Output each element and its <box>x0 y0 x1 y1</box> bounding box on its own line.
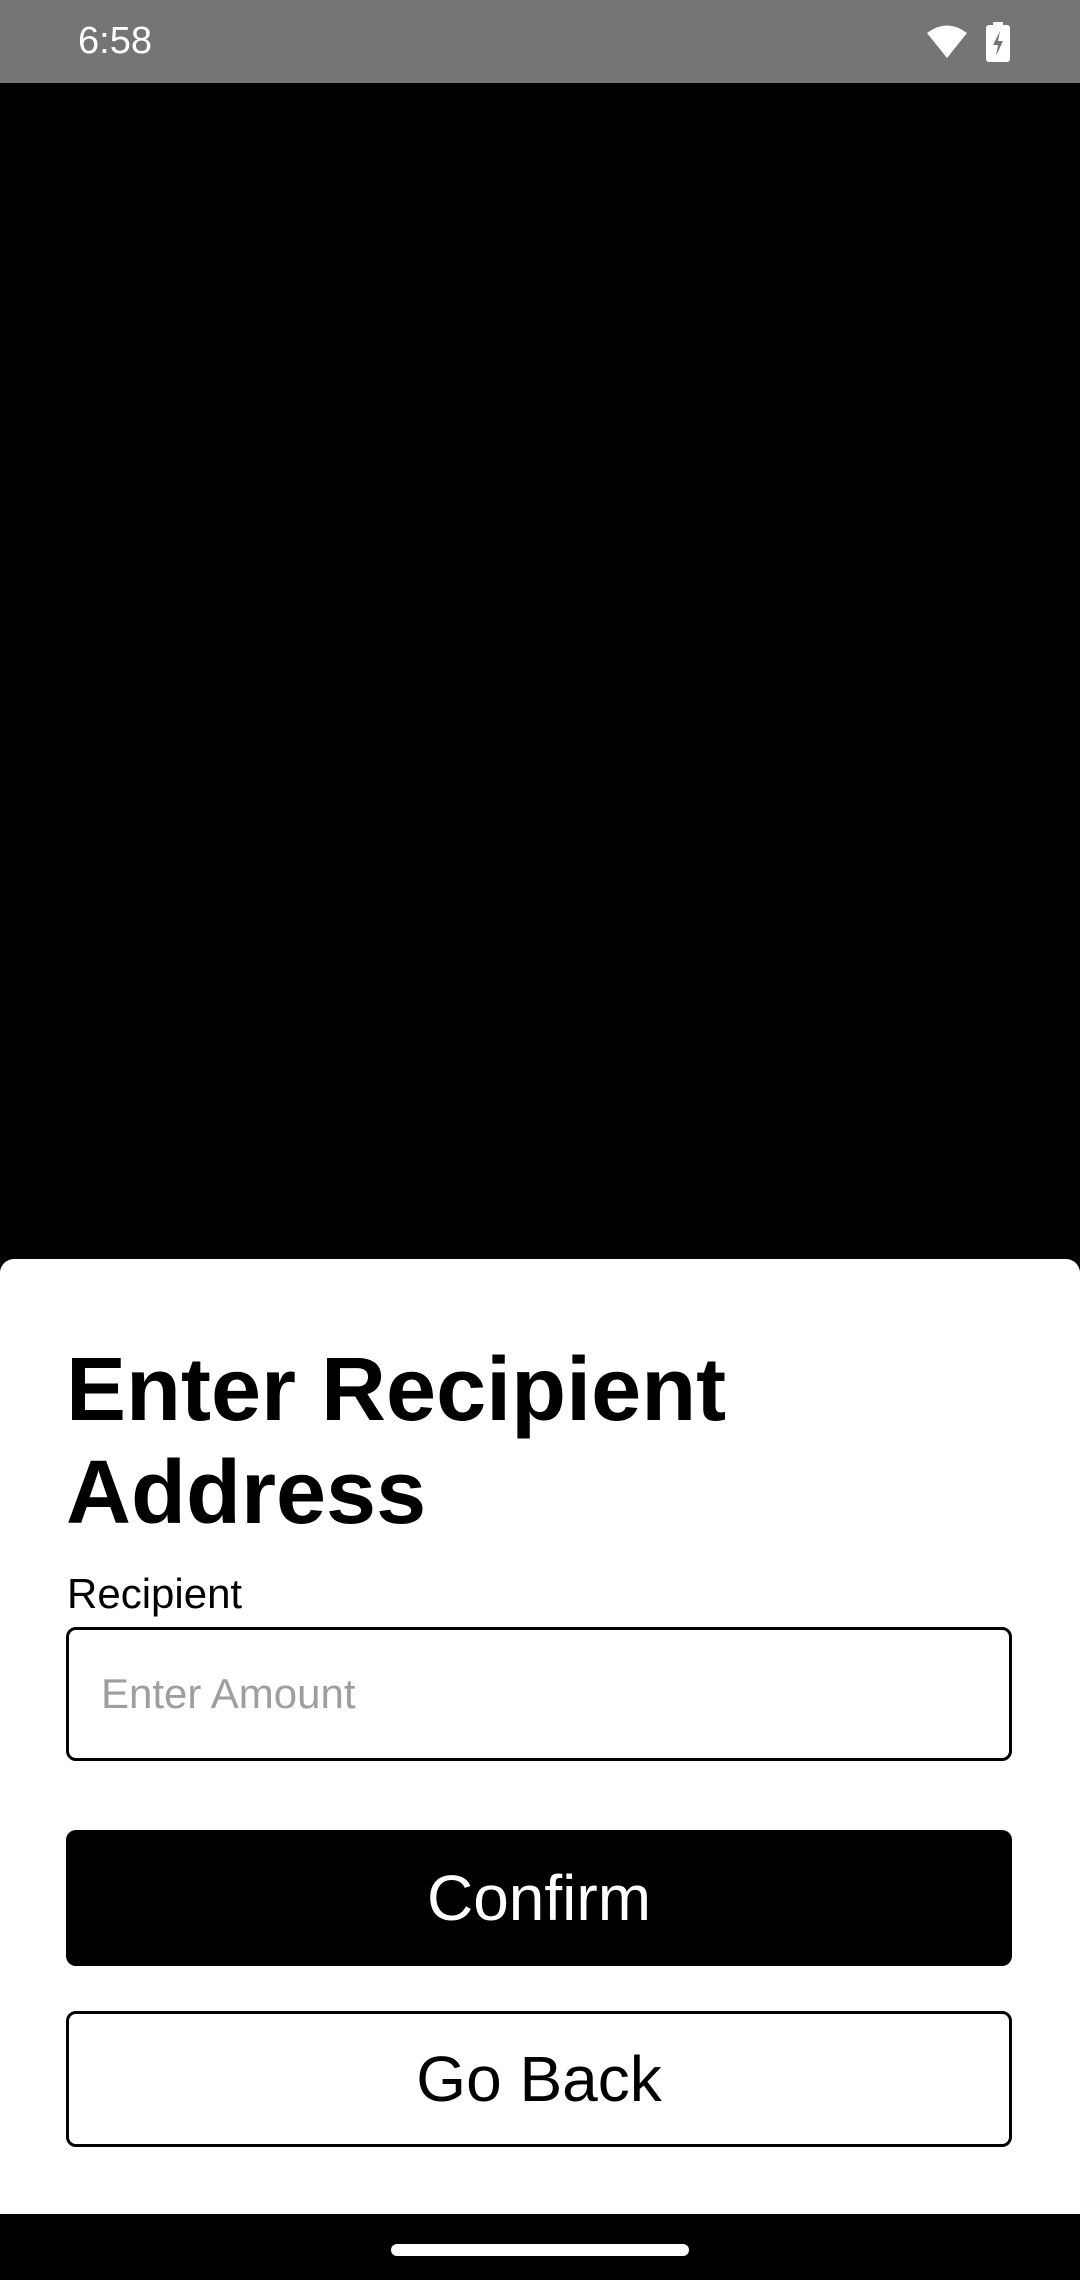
status-bar: 6:58 <box>0 0 1080 83</box>
status-time: 6:58 <box>78 20 152 62</box>
sheet-title: Enter Recipient Address <box>66 1340 727 1543</box>
home-gesture-handle[interactable] <box>391 2244 689 2256</box>
recipient-label: Recipient <box>67 1570 243 1617</box>
recipient-input[interactable] <box>66 1627 1012 1761</box>
confirm-button[interactable]: Confirm <box>66 1830 1012 1966</box>
screen: 6:58 Enter Recipient Address Recipient C… <box>0 0 1080 2280</box>
backdrop-scrim[interactable] <box>0 83 1080 1259</box>
battery-charging-icon <box>986 22 1010 62</box>
wifi-icon <box>926 24 968 60</box>
navigation-bar <box>0 2214 1080 2280</box>
go-back-button[interactable]: Go Back <box>66 2011 1012 2147</box>
status-icons <box>926 22 1010 62</box>
bottom-sheet: Enter Recipient Address Recipient Confir… <box>0 1259 1080 2214</box>
